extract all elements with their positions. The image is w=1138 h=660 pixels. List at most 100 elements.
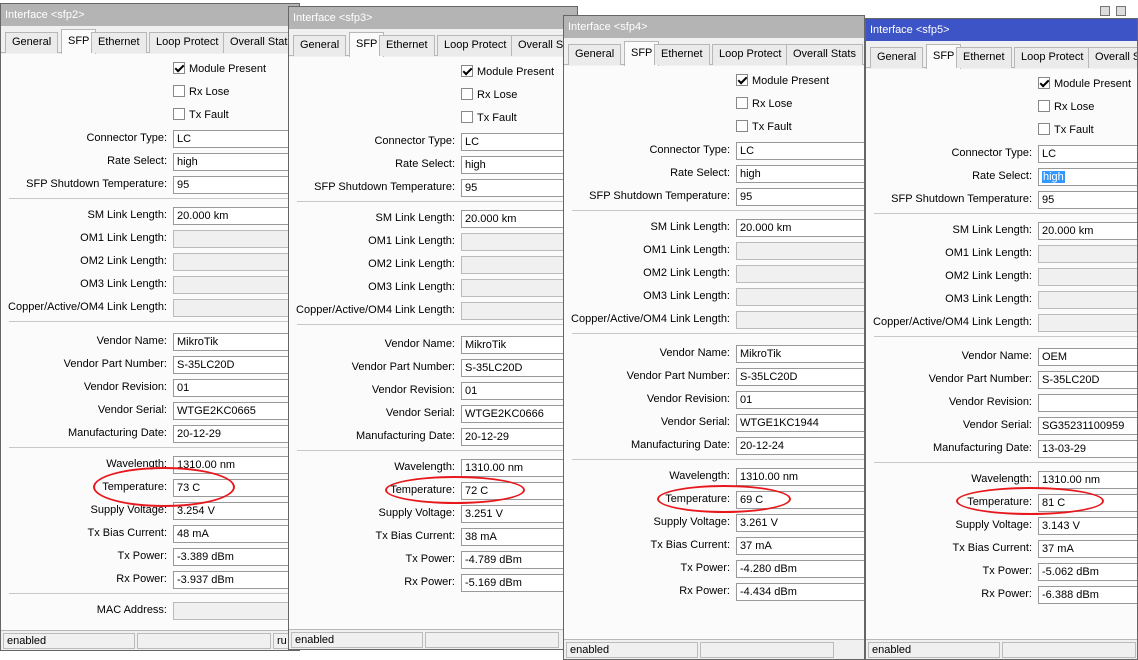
connector-type-field[interactable]: LC <box>736 142 864 160</box>
copper-link-length-field[interactable] <box>1038 314 1137 332</box>
window-title[interactable]: Interface <sfp5> <box>866 19 1137 41</box>
tab-ethernet[interactable]: Ethernet <box>379 35 435 56</box>
checkbox-icon[interactable] <box>173 108 185 120</box>
om3-link-length-field[interactable] <box>461 279 577 297</box>
tab-general[interactable]: General <box>5 32 59 53</box>
vendor-part-number-field[interactable]: S-35LC20D <box>461 359 577 377</box>
sfp-shutdown-temp-field[interactable]: 95 <box>1038 191 1137 209</box>
om2-link-length-field[interactable] <box>173 253 299 271</box>
tab-ethernet[interactable]: Ethernet <box>91 32 147 53</box>
tab-general[interactable]: General <box>568 44 622 65</box>
sm-link-length-field[interactable]: 20.000 km <box>736 219 864 237</box>
temperature-field[interactable]: 73 C <box>173 479 299 497</box>
checkbox-icon[interactable] <box>173 62 185 74</box>
wavelength-field[interactable]: 1310.00 nm <box>461 459 577 477</box>
om1-link-length-field[interactable] <box>461 233 577 251</box>
vendor-revision-field[interactable]: 01 <box>173 379 299 397</box>
close-icon[interactable] <box>1116 6 1126 16</box>
tx-bias-current-field[interactable]: 38 mA <box>461 528 577 546</box>
tx-bias-current-field[interactable]: 48 mA <box>173 525 299 543</box>
supply-voltage-field[interactable]: 3.254 V <box>173 502 299 520</box>
tx-power-field[interactable]: -3.389 dBm <box>173 548 299 566</box>
tab-general[interactable]: General <box>293 35 347 56</box>
tab-loop-protect[interactable]: Loop Protect <box>1014 47 1091 68</box>
rx-lose-checkbox[interactable]: Rx Lose <box>173 85 229 99</box>
checkbox-icon[interactable] <box>1038 77 1050 89</box>
window-title[interactable]: Interface <sfp3> <box>289 7 577 29</box>
wavelength-field[interactable]: 1310.00 nm <box>1038 471 1137 489</box>
temperature-field[interactable]: 81 C <box>1038 494 1137 512</box>
supply-voltage-field[interactable]: 3.251 V <box>461 505 577 523</box>
tab-ethernet[interactable]: Ethernet <box>956 47 1012 68</box>
checkbox-icon[interactable] <box>736 74 748 86</box>
supply-voltage-field[interactable]: 3.261 V <box>736 514 864 532</box>
tab-loop-protect[interactable]: Loop Protect <box>437 35 514 56</box>
vendor-serial-field[interactable]: SG35231100959 <box>1038 417 1137 435</box>
tx-fault-checkbox[interactable]: Tx Fault <box>736 120 792 134</box>
window-title[interactable]: Interface <sfp2> <box>1 4 299 26</box>
om2-link-length-field[interactable] <box>461 256 577 274</box>
vendor-revision-field[interactable]: 01 <box>736 391 864 409</box>
rate-select-field[interactable]: high <box>1038 168 1137 186</box>
rx-lose-checkbox[interactable]: Rx Lose <box>736 97 792 111</box>
manufacturing-date-field[interactable]: 13-03-29 <box>1038 440 1137 458</box>
vendor-part-number-field[interactable]: S-35LC20D <box>736 368 864 386</box>
checkbox-icon[interactable] <box>173 85 185 97</box>
connector-type-field[interactable]: LC <box>173 130 299 148</box>
module-present-checkbox[interactable]: Module Present <box>1038 77 1131 91</box>
checkbox-icon[interactable] <box>1038 123 1050 135</box>
sm-link-length-field[interactable]: 20.000 km <box>1038 222 1137 240</box>
connector-type-field[interactable]: LC <box>1038 145 1137 163</box>
rx-power-field[interactable]: -3.937 dBm <box>173 571 299 589</box>
tx-fault-checkbox[interactable]: Tx Fault <box>1038 123 1094 137</box>
rx-lose-checkbox[interactable]: Rx Lose <box>1038 100 1094 114</box>
om3-link-length-field[interactable] <box>736 288 864 306</box>
vendor-name-field[interactable]: MikroTik <box>173 333 299 351</box>
vendor-part-number-field[interactable]: S-35LC20D <box>1038 371 1137 389</box>
om2-link-length-field[interactable] <box>736 265 864 283</box>
tab-general[interactable]: General <box>870 47 924 68</box>
vendor-name-field[interactable]: MikroTik <box>736 345 864 363</box>
rate-select-field[interactable]: high <box>736 165 864 183</box>
copper-link-length-field[interactable] <box>461 302 577 320</box>
tab-overall-stats[interactable]: Overall Stats <box>786 44 863 65</box>
sfp-shutdown-temp-field[interactable]: 95 <box>461 179 577 197</box>
vendor-serial-field[interactable]: WTGE2KC0666 <box>461 405 577 423</box>
tx-fault-checkbox[interactable]: Tx Fault <box>461 111 517 125</box>
tx-power-field[interactable]: -4.789 dBm <box>461 551 577 569</box>
rate-select-field[interactable]: high <box>173 153 299 171</box>
vendor-revision-field[interactable] <box>1038 394 1137 412</box>
sfp-shutdown-temp-field[interactable]: 95 <box>736 188 864 206</box>
sfp-shutdown-temp-field[interactable]: 95 <box>173 176 299 194</box>
connector-type-field[interactable]: LC <box>461 133 577 151</box>
temperature-field[interactable]: 69 C <box>736 491 864 509</box>
tx-power-field[interactable]: -5.062 dBm <box>1038 563 1137 581</box>
checkbox-icon[interactable] <box>461 88 473 100</box>
checkbox-icon[interactable] <box>1038 100 1050 112</box>
wavelength-field[interactable]: 1310.00 nm <box>173 456 299 474</box>
supply-voltage-field[interactable]: 3.143 V <box>1038 517 1137 535</box>
om1-link-length-field[interactable] <box>1038 245 1137 263</box>
om2-link-length-field[interactable] <box>1038 268 1137 286</box>
om1-link-length-field[interactable] <box>173 230 299 248</box>
vendor-serial-field[interactable]: WTGE1KC1944 <box>736 414 864 432</box>
checkbox-icon[interactable] <box>736 120 748 132</box>
tx-power-field[interactable]: -4.280 dBm <box>736 560 864 578</box>
tab-loop-protect[interactable]: Loop Protect <box>712 44 789 65</box>
om3-link-length-field[interactable] <box>1038 291 1137 309</box>
tab-overall-stats[interactable]: Overall Stats <box>1088 47 1137 68</box>
module-present-checkbox[interactable]: Module Present <box>173 62 266 76</box>
tab-ethernet[interactable]: Ethernet <box>654 44 710 65</box>
vendor-revision-field[interactable]: 01 <box>461 382 577 400</box>
tx-bias-current-field[interactable]: 37 mA <box>736 537 864 555</box>
manufacturing-date-field[interactable]: 20-12-29 <box>173 425 299 443</box>
copper-link-length-field[interactable] <box>736 311 864 329</box>
vendor-name-field[interactable]: MikroTik <box>461 336 577 354</box>
tx-bias-current-field[interactable]: 37 mA <box>1038 540 1137 558</box>
tab-loop-protect[interactable]: Loop Protect <box>149 32 226 53</box>
minimize-icon[interactable] <box>1100 6 1110 16</box>
sm-link-length-field[interactable]: 20.000 km <box>173 207 299 225</box>
manufacturing-date-field[interactable]: 20-12-24 <box>736 437 864 455</box>
manufacturing-date-field[interactable]: 20-12-29 <box>461 428 577 446</box>
mac-address-field[interactable] <box>173 602 299 620</box>
